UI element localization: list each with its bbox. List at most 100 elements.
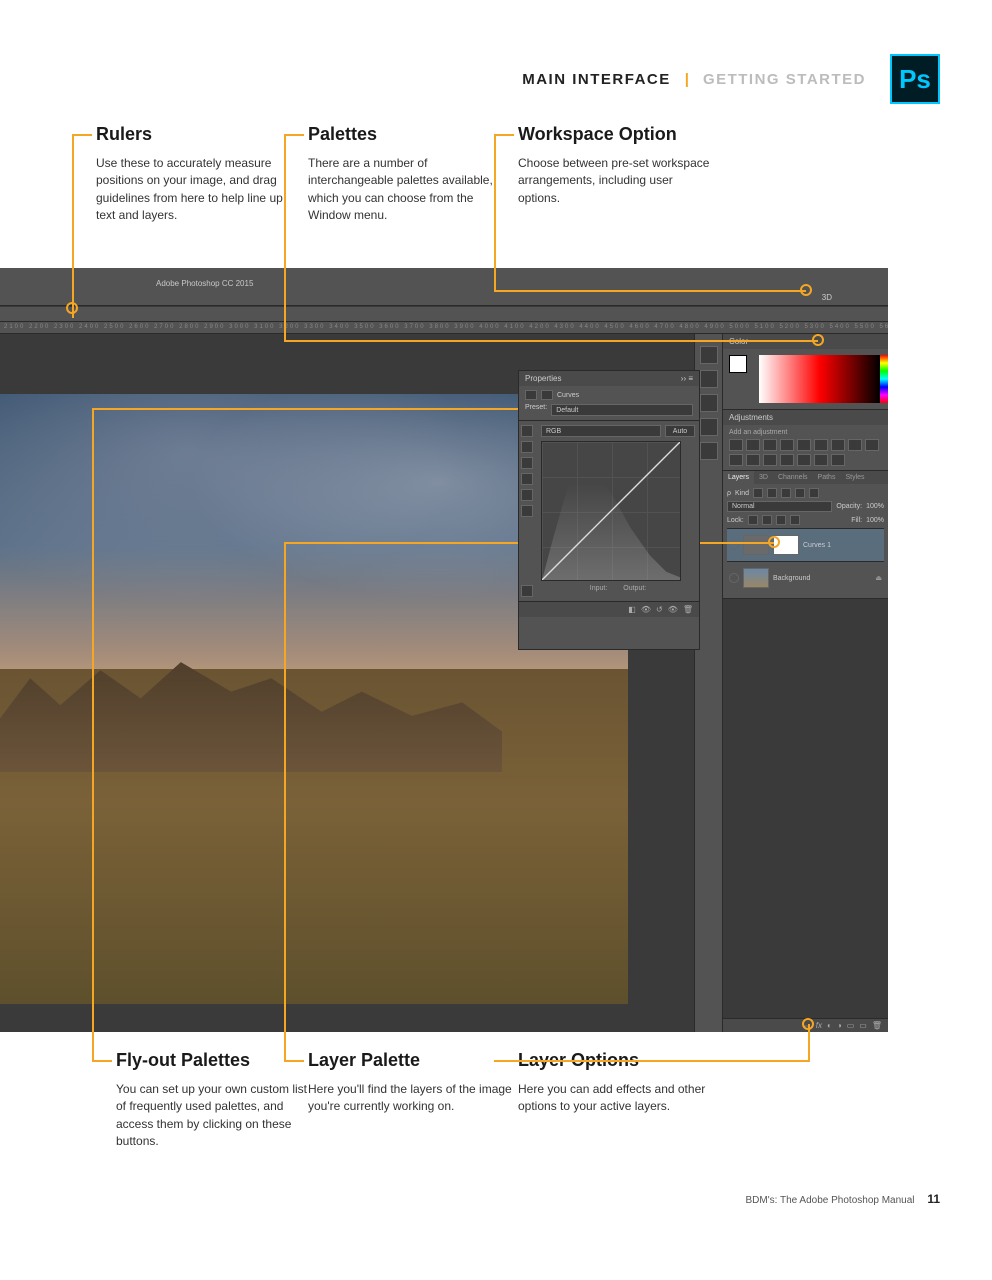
fx-icon[interactable]: fx: [816, 1021, 822, 1030]
curves-tool-icon[interactable]: [521, 425, 533, 437]
visibility-icon[interactable]: [729, 540, 739, 550]
adjustment-icon[interactable]: [848, 439, 862, 451]
curves-tool-icon[interactable]: [521, 505, 533, 517]
filter-icon[interactable]: [781, 488, 791, 498]
properties-footer: ◧ 👁 ↺ 👁 🗑: [519, 601, 699, 617]
adjustment-icon[interactable]: [797, 454, 811, 466]
layers-panel: Layers 3D Channels Paths Styles ρKind No…: [723, 471, 888, 599]
tab-layers[interactable]: Layers: [723, 471, 754, 484]
dock-icon[interactable]: [700, 394, 718, 412]
new-layer-icon[interactable]: ▭: [859, 1021, 867, 1030]
view-icon[interactable]: 👁: [641, 605, 651, 614]
workspace-selector[interactable]: 3D: [822, 293, 832, 302]
properties-title: Properties: [525, 374, 561, 383]
mask-icon[interactable]: ◐: [827, 1021, 832, 1030]
visibility-icon[interactable]: [729, 573, 739, 583]
adjustment-icon[interactable]: [780, 454, 794, 466]
callout-rulers-desc: Use these to accurately measure position…: [96, 155, 296, 225]
reset-icon[interactable]: ↺: [656, 605, 663, 614]
callout-layeroptions-title: Layer Options: [518, 1050, 718, 1071]
filter-icon[interactable]: [753, 488, 763, 498]
layers-footer: ⇔ fx ◐ ◑ ▭ ▭ 🗑: [723, 1018, 888, 1032]
curves-tool-icon[interactable]: [521, 473, 533, 485]
tab-3d[interactable]: 3D: [754, 471, 773, 484]
delete-icon[interactable]: 🗑: [683, 605, 693, 614]
layer-item-background[interactable]: Background ⏏: [727, 561, 884, 594]
adjustment-icon[interactable]: [746, 439, 760, 451]
horizontal-ruler[interactable]: 2100 2200 2300 2400 2500 2600 2700 2800 …: [0, 322, 888, 334]
preset-select[interactable]: Default: [551, 404, 693, 416]
fill-value[interactable]: 100%: [866, 517, 884, 524]
lock-icon[interactable]: [776, 515, 786, 525]
adjustment-icon[interactable]: [831, 439, 845, 451]
adjustment-icon[interactable]: [763, 454, 777, 466]
blend-mode[interactable]: Normal: [727, 501, 832, 512]
adjustment-icon[interactable]: [814, 454, 828, 466]
dock-icon[interactable]: [700, 418, 718, 436]
filter-icon[interactable]: [809, 488, 819, 498]
visibility-icon[interactable]: 👁: [668, 605, 678, 614]
layers-tabs: Layers 3D Channels Paths Styles: [723, 471, 888, 484]
curves-tool-icon[interactable]: [521, 585, 533, 597]
hue-strip[interactable]: [880, 355, 888, 403]
adjustment-icon[interactable]: [814, 439, 828, 451]
adjustments-panel-header[interactable]: Adjustments: [723, 410, 888, 425]
page-footer: BDM's: The Adobe Photoshop Manual 11: [745, 1192, 940, 1206]
adjustment-layer-icon[interactable]: ◑: [837, 1021, 842, 1030]
tab-styles[interactable]: Styles: [840, 471, 869, 484]
adjustment-icon[interactable]: [865, 439, 879, 451]
filter-icon[interactable]: [795, 488, 805, 498]
auto-button[interactable]: Auto: [665, 425, 695, 437]
callout-layerpalette: Layer Palette Here you'll find the layer…: [308, 1050, 528, 1116]
panels-column: Color Adjustments Add an adjustment: [722, 334, 888, 1032]
lock-icon[interactable]: [748, 515, 758, 525]
link-layers-icon[interactable]: ⇔: [803, 1021, 811, 1030]
clip-icon[interactable]: ◧: [628, 605, 636, 614]
adjustment-icon[interactable]: [729, 454, 743, 466]
layer-name: Background: [773, 575, 871, 582]
dock-icon[interactable]: [700, 370, 718, 388]
kind-label: Kind: [735, 490, 749, 497]
layers-blend-row: Normal Opacity: 100%: [727, 501, 884, 512]
header-main: MAIN INTERFACE: [522, 71, 671, 88]
tab-channels[interactable]: Channels: [773, 471, 813, 484]
color-panel-header[interactable]: Color: [723, 334, 888, 349]
curves-tool-icon[interactable]: [521, 457, 533, 469]
properties-panel[interactable]: Properties ›› ≡ Curves Preset: Default R…: [518, 370, 700, 650]
opacity-value[interactable]: 100%: [866, 503, 884, 510]
curves-graph[interactable]: [541, 441, 681, 581]
filter-icon[interactable]: [767, 488, 777, 498]
adjustment-icon[interactable]: [780, 439, 794, 451]
ps-workspace-bar: 3D: [0, 290, 888, 306]
callout-rulers: Rulers Use these to accurately measure p…: [96, 124, 296, 225]
layer-mask-thumbnail: [773, 535, 799, 555]
callout-flyout-desc: You can set up your own custom list of f…: [116, 1081, 316, 1151]
fill-label: Fill:: [851, 517, 862, 524]
adjustment-icon[interactable]: [746, 454, 760, 466]
delete-icon[interactable]: 🗑: [872, 1021, 882, 1030]
curves-tool-icon[interactable]: [521, 441, 533, 453]
lock-icon[interactable]: [762, 515, 772, 525]
lock-icon: ⏏: [875, 574, 882, 582]
properties-panel-header[interactable]: Properties ›› ≡: [519, 371, 699, 386]
tab-paths[interactable]: Paths: [813, 471, 841, 484]
dock-icon[interactable]: [700, 346, 718, 364]
channel-select[interactable]: RGB: [541, 425, 661, 437]
adjustment-icon[interactable]: [763, 439, 777, 451]
color-spectrum[interactable]: [759, 355, 880, 403]
adjustment-icon[interactable]: [729, 439, 743, 451]
curves-body: RGB Auto Input: Output:: [519, 421, 699, 601]
color-swatch[interactable]: [729, 355, 747, 373]
adjustment-icon[interactable]: [797, 439, 811, 451]
dock-icon[interactable]: [700, 442, 718, 460]
collapse-icon[interactable]: ›› ≡: [681, 374, 693, 383]
color-panel-body[interactable]: [723, 349, 888, 409]
lock-icon[interactable]: [790, 515, 800, 525]
adjustment-icon[interactable]: [831, 454, 845, 466]
adjustments-icons: [729, 439, 882, 466]
properties-type-row: Curves: [519, 386, 699, 404]
layer-item-curves[interactable]: Curves 1: [727, 528, 884, 561]
group-icon[interactable]: ▭: [847, 1021, 855, 1030]
curves-tool-icon[interactable]: [521, 489, 533, 501]
callout-layerpalette-title: Layer Palette: [308, 1050, 528, 1071]
